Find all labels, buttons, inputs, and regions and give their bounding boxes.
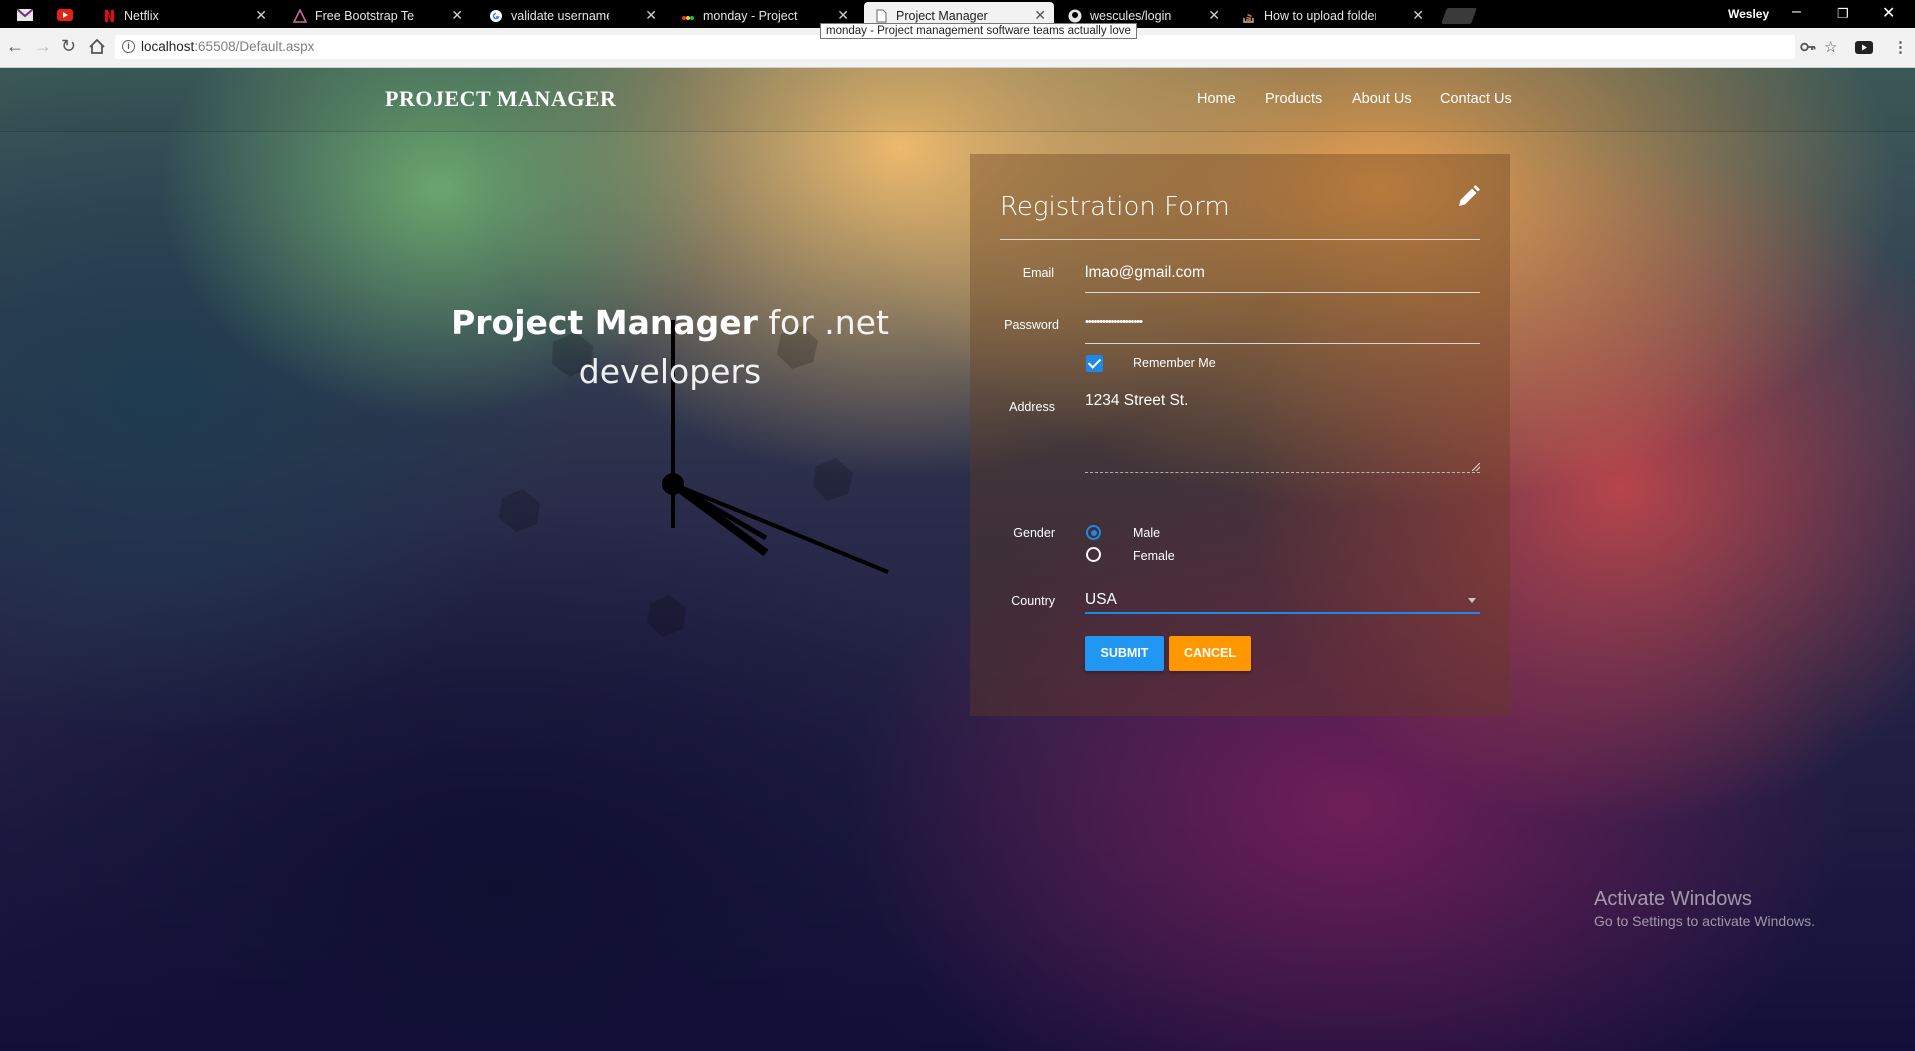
back-arrow-icon[interactable]: ← xyxy=(6,36,24,57)
brand-logo[interactable]: PROJECT MANAGER xyxy=(385,86,616,112)
clock-second-hand xyxy=(672,482,889,574)
windows-activation-watermark: Activate Windows Go to Settings to activ… xyxy=(1594,888,1815,929)
google-icon xyxy=(490,10,502,22)
hexagon-shape xyxy=(813,458,853,501)
hero-title-strong: Project Manager xyxy=(451,303,758,342)
tab-bootstrap-template[interactable]: Free Bootstrap Template ✕ xyxy=(283,2,471,28)
tab-title: Project Manager xyxy=(896,9,988,23)
page-background: PROJECT MANAGER Home Products About Us C… xyxy=(0,68,1915,1051)
netflix-icon xyxy=(105,10,114,22)
nav-link-home[interactable]: Home xyxy=(1197,91,1236,107)
gender-radio-male[interactable] xyxy=(1086,525,1101,540)
key-icon[interactable] xyxy=(1800,40,1816,54)
stackoverflow-icon xyxy=(1243,13,1254,23)
tab-tooltip: monday - Project management software tea… xyxy=(820,23,1137,39)
tab-gmail[interactable] xyxy=(10,3,48,27)
menu-kebab-icon[interactable]: ⋮ xyxy=(1893,38,1908,56)
clock-center xyxy=(662,473,684,495)
tab-title: monday - Project manag xyxy=(703,9,801,23)
gender-radio-female[interactable] xyxy=(1086,547,1101,562)
address-value: 1234 Street St. xyxy=(1085,392,1189,409)
tab-google-search[interactable]: validate username and p ✕ xyxy=(479,2,665,28)
email-label: Email xyxy=(1022,266,1054,280)
github-icon xyxy=(1068,9,1082,23)
close-icon[interactable]: ✕ xyxy=(645,7,657,24)
country-label: Country xyxy=(1011,594,1055,608)
remember-me-checkbox[interactable] xyxy=(1086,355,1103,372)
bootstrap-template-icon xyxy=(293,9,307,23)
url-host: localhost xyxy=(141,39,195,54)
password-label: Password xyxy=(1004,318,1059,332)
nav-link-contact-us[interactable]: Contact Us xyxy=(1440,91,1512,107)
gender-label: Gender xyxy=(1013,526,1055,540)
close-icon[interactable]: ✕ xyxy=(1034,7,1046,24)
reload-icon[interactable]: ↻ xyxy=(61,36,76,57)
gender-male-label: Male xyxy=(1133,526,1161,540)
form-title-divider xyxy=(1000,239,1480,240)
nav-link-products[interactable]: Products xyxy=(1265,91,1322,107)
youtube-icon xyxy=(57,9,73,21)
country-select[interactable]: USA xyxy=(1085,588,1480,614)
resize-handle-icon[interactable] xyxy=(1472,463,1480,471)
registration-form: Registration Form Email lmao@gmail.com P… xyxy=(970,154,1510,716)
hexagon-shape xyxy=(499,489,540,532)
tab-title: validate username and p xyxy=(511,9,609,23)
home-icon[interactable] xyxy=(89,39,105,54)
check-icon xyxy=(1087,355,1102,369)
minimize-icon[interactable]: – xyxy=(1792,3,1801,21)
email-field[interactable]: lmao@gmail.com xyxy=(1085,260,1480,293)
close-icon[interactable]: ✕ xyxy=(1412,7,1424,24)
youtube-extension-icon[interactable] xyxy=(1855,41,1873,54)
submit-button[interactable]: SUBMIT xyxy=(1085,636,1164,671)
tab-title: Free Bootstrap Template xyxy=(315,9,415,23)
country-value: USA xyxy=(1085,591,1117,608)
close-icon[interactable]: ✕ xyxy=(451,7,463,24)
hero-title-line2: developers xyxy=(578,352,762,391)
tab-title: wescules/login-screen xyxy=(1090,9,1172,23)
pencil-icon xyxy=(1459,185,1480,206)
gender-female-label: Female xyxy=(1133,549,1175,563)
page-icon xyxy=(876,9,887,23)
tab-netflix[interactable]: Netflix ✕ xyxy=(92,2,275,28)
close-icon[interactable]: ✕ xyxy=(1208,7,1220,24)
remember-me-label: Remember Me xyxy=(1133,356,1216,370)
watermark-line2: Go to Settings to activate Windows. xyxy=(1594,913,1815,929)
restore-icon[interactable]: ❐ xyxy=(1837,6,1849,22)
close-icon[interactable]: ✕ xyxy=(837,7,849,24)
window-close-icon[interactable]: ✕ xyxy=(1882,3,1895,23)
hero-title-rest: for .net xyxy=(768,303,889,342)
chevron-down-icon xyxy=(1468,598,1476,603)
radio-dot xyxy=(1090,529,1097,536)
tab-stackoverflow[interactable]: How to upload folders o ✕ xyxy=(1232,2,1432,28)
nav-link-about-us[interactable]: About Us xyxy=(1352,91,1412,107)
hero-heading: Project Manager for .net developers xyxy=(440,298,900,396)
close-icon[interactable]: ✕ xyxy=(255,7,267,24)
monday-icon xyxy=(682,16,694,20)
cancel-button[interactable]: CANCEL xyxy=(1169,636,1251,671)
tab-title: Netflix xyxy=(124,9,159,23)
info-icon[interactable]: i xyxy=(122,40,135,53)
profile-name[interactable]: Wesley xyxy=(1728,7,1769,21)
hexagon-shape xyxy=(647,595,686,637)
password-value: •••••••••••••••••••• xyxy=(1085,316,1143,328)
email-value: lmao@gmail.com xyxy=(1085,264,1205,281)
gmail-icon xyxy=(17,9,33,21)
password-field[interactable]: •••••••••••••••••••• xyxy=(1085,311,1480,344)
address-textarea[interactable]: 1234 Street St. xyxy=(1085,382,1480,473)
top-navbar: PROJECT MANAGER Home Products About Us C… xyxy=(0,68,1915,132)
form-title: Registration Form xyxy=(1000,192,1230,222)
bookmark-star-icon[interactable]: ☆ xyxy=(1824,38,1837,56)
address-label: Address xyxy=(1009,400,1055,414)
new-tab-button[interactable] xyxy=(1441,8,1477,24)
url-path: :65508/Default.aspx xyxy=(194,39,315,54)
watermark-line1: Activate Windows xyxy=(1594,888,1752,910)
tab-youtube[interactable] xyxy=(48,3,86,27)
forward-arrow-icon[interactable]: → xyxy=(34,36,52,57)
tab-title: How to upload folders o xyxy=(1264,9,1376,23)
